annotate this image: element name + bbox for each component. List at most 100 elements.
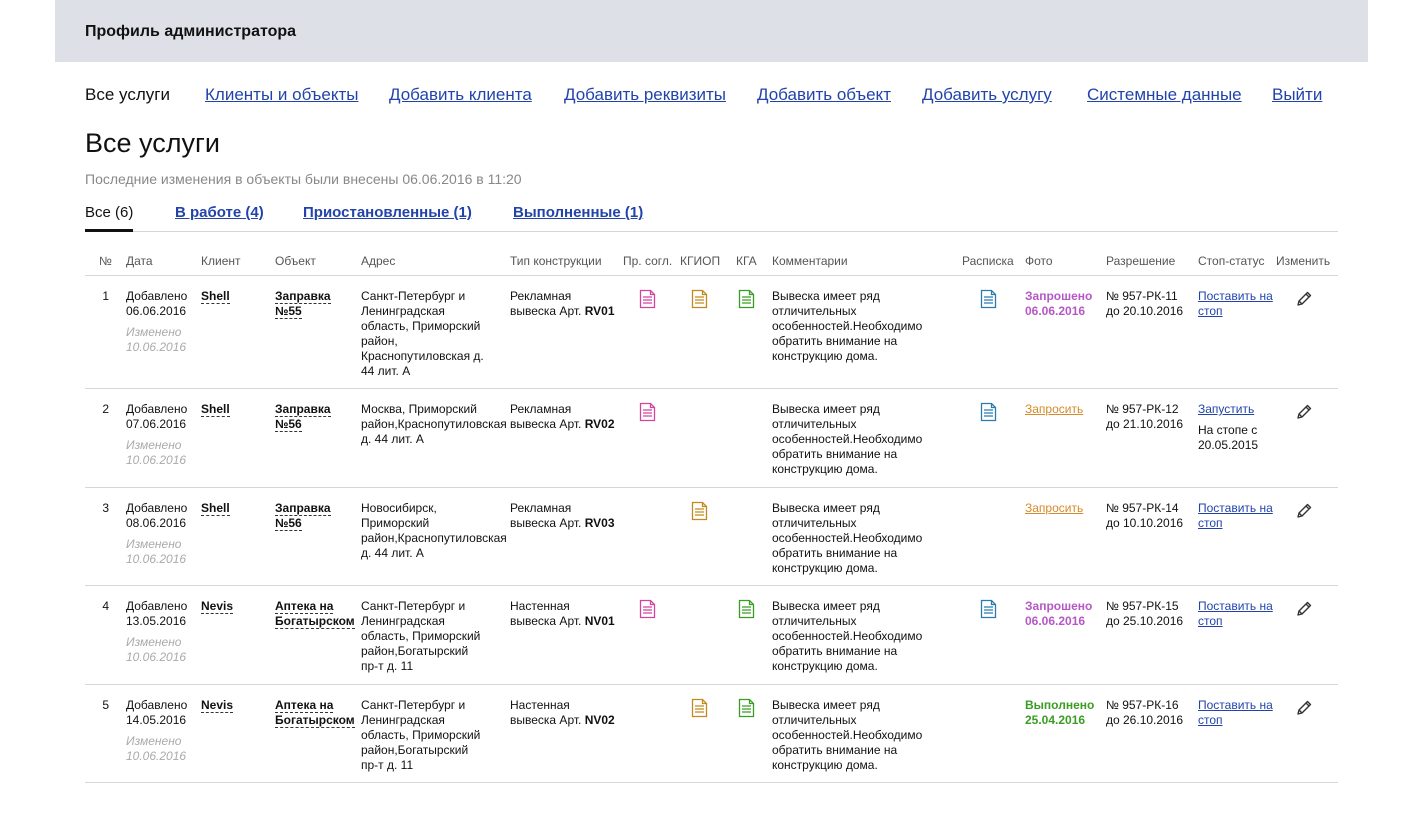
- added-date: 13.05.2016: [126, 614, 187, 628]
- kga-document-icon[interactable]: [738, 698, 755, 718]
- nav-logout[interactable]: Выйти: [1272, 85, 1322, 105]
- kga-document-icon[interactable]: [738, 289, 755, 309]
- nav-add-requisites[interactable]: Добавить реквизиты: [564, 85, 726, 105]
- address-line: Приморский: [361, 516, 430, 530]
- object-link-line1[interactable]: Заправка: [275, 501, 331, 516]
- stop-link-line1[interactable]: Поставить на: [1198, 501, 1273, 515]
- col-header-edit: Изменить: [1276, 254, 1331, 268]
- status-tabs: Все (6) В работе (4) Приостановленные (1…: [85, 204, 1338, 232]
- request-photo-link[interactable]: Запросить: [1025, 402, 1083, 417]
- receipt-document-icon[interactable]: [980, 289, 997, 309]
- stop-link-line2[interactable]: стоп: [1198, 614, 1223, 628]
- type-code: NV01: [584, 614, 615, 628]
- object-link-line2[interactable]: №55: [275, 304, 302, 319]
- stop-link-line1[interactable]: Поставить на: [1198, 599, 1273, 613]
- address-cell: Москва, Приморский район,Краснопутиловск…: [361, 402, 507, 447]
- type-cell: Рекламная вывеска Арт. RV03: [510, 501, 615, 531]
- tab-all[interactable]: Все (6): [85, 204, 133, 221]
- modified-date: 10.06.2016: [126, 340, 187, 354]
- client-link[interactable]: Shell: [201, 501, 230, 516]
- photo-status-requested: Запрошено 06.06.2016: [1025, 599, 1092, 629]
- client-link[interactable]: Shell: [201, 289, 230, 304]
- pr-document-icon[interactable]: [639, 599, 656, 619]
- stop-link-line2[interactable]: стоп: [1198, 516, 1223, 530]
- type-code: RV03: [584, 516, 615, 530]
- put-on-stop-link[interactable]: Поставить на стоп: [1198, 599, 1273, 628]
- put-on-stop-link[interactable]: Поставить на стоп: [1198, 501, 1273, 530]
- object-link-line1[interactable]: Заправка: [275, 289, 331, 304]
- comment-line: Вывеска имеет ряд: [772, 698, 880, 712]
- pencil-icon[interactable]: [1295, 600, 1313, 618]
- object-link-line1[interactable]: Заправка: [275, 402, 331, 417]
- type-code: RV01: [584, 304, 615, 318]
- comment-cell: Вывеска имеет ряд отличительных особенно…: [772, 599, 922, 674]
- put-on-stop-link[interactable]: Поставить на стоп: [1198, 289, 1273, 318]
- type-code: NV02: [584, 713, 615, 727]
- stop-link-line1[interactable]: Поставить на: [1198, 698, 1273, 712]
- tab-in-progress[interactable]: В работе (4): [175, 204, 264, 221]
- pencil-icon[interactable]: [1295, 403, 1313, 421]
- object-cell: Аптека на Богатырском: [275, 698, 355, 728]
- comment-line: особенностей.Необходимо: [772, 728, 923, 742]
- pr-document-icon[interactable]: [639, 402, 656, 422]
- permit-valid-until: до 21.10.2016: [1106, 417, 1184, 431]
- object-link-line2[interactable]: №56: [275, 417, 302, 432]
- table-row: 5 Добавлено 14.05.2016 Изменено 10.06.201…: [85, 685, 1338, 783]
- pencil-icon[interactable]: [1295, 290, 1313, 308]
- header-title: Профиль администратора: [85, 23, 297, 40]
- stop-note: На стопе с 20.05.2015: [1198, 423, 1258, 453]
- client-link[interactable]: Nevis: [201, 599, 234, 614]
- nav-add-service[interactable]: Добавить услугу: [922, 85, 1052, 105]
- modified-info: Изменено 10.06.2016: [126, 438, 187, 468]
- address-line: район,Богатырский: [361, 644, 469, 658]
- kgiop-document-icon[interactable]: [691, 501, 708, 521]
- pencil-icon[interactable]: [1295, 699, 1313, 717]
- kgiop-document-icon[interactable]: [691, 698, 708, 718]
- nav-add-client[interactable]: Добавить клиента: [389, 85, 532, 105]
- pencil-icon[interactable]: [1295, 502, 1313, 520]
- nav-add-object[interactable]: Добавить объект: [757, 85, 891, 105]
- stop-link-line1[interactable]: Поставить на: [1198, 289, 1273, 303]
- comment-line: конструкцию дома.: [772, 462, 878, 476]
- address-line: район,Богатырский: [361, 743, 469, 757]
- photo-status-label: Запрошено: [1025, 289, 1093, 303]
- tab-completed[interactable]: Выполненные (1): [513, 204, 643, 221]
- nav-clients-objects[interactable]: Клиенты и объекты: [205, 85, 358, 105]
- stop-link-line2[interactable]: стоп: [1198, 713, 1223, 727]
- receipt-document-icon[interactable]: [980, 599, 997, 619]
- object-link-line2[interactable]: №56: [275, 516, 302, 531]
- row-number: 1: [102, 289, 109, 303]
- pr-document-icon[interactable]: [639, 289, 656, 309]
- object-link-line1[interactable]: Аптека на: [275, 698, 334, 713]
- client-link[interactable]: Shell: [201, 402, 230, 417]
- col-header-date: Дата: [126, 254, 153, 268]
- kga-document-icon[interactable]: [738, 599, 755, 619]
- object-link-line1[interactable]: Аптека на: [275, 599, 334, 614]
- kgiop-document-icon[interactable]: [691, 289, 708, 309]
- type-line2: вывеска Арт.: [510, 304, 585, 318]
- address-line: район,Краснопутиловская: [361, 417, 507, 431]
- object-link-line2[interactable]: Богатырском: [275, 713, 355, 728]
- added-date: 08.06.2016: [126, 516, 187, 530]
- object-link-line2[interactable]: Богатырском: [275, 614, 355, 629]
- address-line: Москва, Приморский: [361, 402, 477, 416]
- address-line: Новосибирск,: [361, 501, 437, 515]
- tab-suspended[interactable]: Приостановленные (1): [303, 204, 472, 221]
- client-link[interactable]: Nevis: [201, 698, 234, 713]
- permit-cell: № 957-РК-14 до 10.10.2016: [1106, 501, 1183, 531]
- object-cell: Заправка №56: [275, 501, 331, 531]
- put-on-stop-link[interactable]: Поставить на стоп: [1198, 698, 1273, 727]
- resume-link[interactable]: Запустить: [1198, 402, 1254, 416]
- nav-system-data[interactable]: Системные данные: [1087, 85, 1242, 105]
- object-cell: Заправка №55: [275, 289, 331, 319]
- modified-label: Изменено: [126, 438, 182, 452]
- address-line: Санкт-Петербург и: [361, 289, 466, 303]
- stop-cell: Поставить на стоп: [1198, 698, 1273, 728]
- request-photo-link[interactable]: Запросить: [1025, 501, 1083, 516]
- receipt-document-icon[interactable]: [980, 402, 997, 422]
- stop-link-line2[interactable]: стоп: [1198, 304, 1223, 318]
- permit-cell: № 957-РК-15 до 25.10.2016: [1106, 599, 1183, 629]
- address-line: район,Краснопутиловская: [361, 531, 507, 545]
- stop-cell: Запустить На стопе с 20.05.2015: [1198, 402, 1258, 453]
- photo-status-requested: Запрошено 06.06.2016: [1025, 289, 1092, 319]
